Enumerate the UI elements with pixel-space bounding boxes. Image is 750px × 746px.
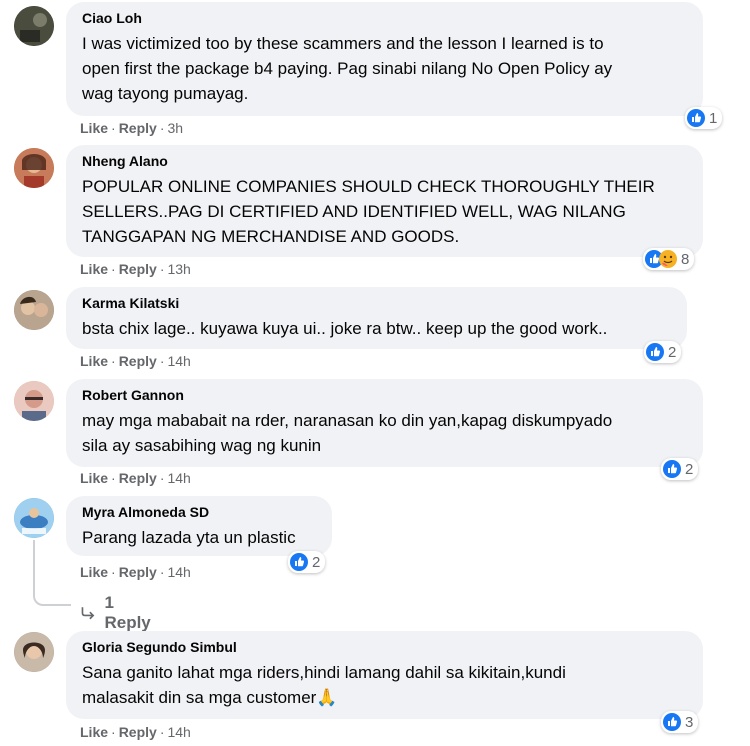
reaction-count[interactable]: 2: [661, 458, 699, 480]
timestamp[interactable]: 13h: [167, 261, 190, 277]
reaction-number: 1: [709, 109, 718, 127]
avatar[interactable]: [14, 498, 54, 538]
comment-author[interactable]: Myra Almoneda SD: [82, 504, 320, 521]
comment-bubble: Ciao Loh I was victimized too by these s…: [66, 2, 703, 116]
reaction-count[interactable]: 3: [661, 711, 699, 733]
reaction-count[interactable]: 2: [644, 341, 682, 363]
thread-connector: [33, 540, 71, 606]
care-icon: [659, 250, 677, 268]
reply-link[interactable]: Reply: [119, 120, 157, 136]
avatar[interactable]: [14, 6, 54, 46]
reaction-count[interactable]: 1: [685, 107, 723, 129]
reply-link[interactable]: Reply: [119, 724, 157, 740]
avatar[interactable]: [14, 290, 54, 330]
reply-arrow-icon: [81, 607, 95, 620]
timestamp[interactable]: 14h: [167, 564, 190, 580]
comment-text: Parang lazada yta un plastic: [82, 528, 296, 547]
comment-actions: Like · Reply · 13h: [80, 261, 191, 277]
like-icon: [646, 343, 664, 361]
comment-text: POPULAR ONLINE COMPANIES SHOULD CHECK TH…: [82, 177, 655, 246]
comment-author[interactable]: Nheng Alano: [82, 153, 691, 170]
reaction-number: 2: [668, 343, 677, 361]
reply-link[interactable]: Reply: [119, 261, 157, 277]
reaction-number: 8: [681, 250, 690, 268]
like-icon: [663, 460, 681, 478]
like-link[interactable]: Like: [80, 120, 108, 136]
like-link[interactable]: Like: [80, 470, 108, 486]
view-replies-link[interactable]: 1 Reply: [80, 593, 154, 633]
comment-text: bsta chix lage.. kuyawa kuya ui.. joke r…: [82, 319, 608, 338]
like-icon: [687, 109, 705, 127]
comment-actions: Like · Reply · 14h: [80, 470, 191, 486]
like-link[interactable]: Like: [80, 564, 108, 580]
like-icon: [290, 553, 308, 571]
avatar[interactable]: [14, 381, 54, 421]
comment-author[interactable]: Robert Gannon: [82, 387, 691, 404]
comment-actions: Like · Reply · 14h: [80, 724, 191, 740]
comment-author[interactable]: Karma Kilatski: [82, 295, 675, 312]
comment-text: may mga mababait na rder, naranasan ko d…: [82, 411, 613, 455]
timestamp[interactable]: 14h: [167, 724, 190, 740]
comment-author[interactable]: Gloria Segundo Simbul: [82, 639, 691, 656]
reply-link[interactable]: Reply: [119, 353, 157, 369]
comment-author[interactable]: Ciao Loh: [82, 10, 691, 27]
timestamp[interactable]: 14h: [167, 353, 190, 369]
reply-link[interactable]: Reply: [119, 564, 157, 580]
timestamp[interactable]: 3h: [167, 120, 183, 136]
comment-bubble: Myra Almoneda SD Parang lazada yta un pl…: [66, 496, 332, 556]
reaction-count[interactable]: 8: [643, 248, 695, 270]
reaction-number: 2: [312, 553, 321, 571]
like-icon: [663, 713, 681, 731]
comment-text: I was victimized too by these scammers a…: [82, 34, 613, 103]
replies-count: 1 Reply: [104, 593, 151, 632]
reaction-number: 2: [685, 460, 694, 478]
avatar[interactable]: [14, 148, 54, 188]
comment-bubble: Robert Gannon may mga mababait na rder, …: [66, 379, 703, 467]
reply-link[interactable]: Reply: [119, 470, 157, 486]
like-link[interactable]: Like: [80, 261, 108, 277]
comment-bubble: Nheng Alano POPULAR ONLINE COMPANIES SHO…: [66, 145, 703, 257]
reaction-number: 3: [685, 713, 694, 731]
reaction-count[interactable]: 2: [288, 551, 326, 573]
timestamp[interactable]: 14h: [167, 470, 190, 486]
comment-actions: Like · Reply · 14h: [80, 353, 191, 369]
comment-actions: Like · Reply · 14h: [80, 564, 191, 580]
comment-bubble: Gloria Segundo Simbul Sana ganito lahat …: [66, 631, 703, 719]
like-link[interactable]: Like: [80, 724, 108, 740]
comment-bubble: Karma Kilatski bsta chix lage.. kuyawa k…: [66, 287, 687, 349]
comment-actions: Like · Reply · 3h: [80, 120, 184, 136]
avatar[interactable]: [14, 632, 54, 672]
like-link[interactable]: Like: [80, 353, 108, 369]
comment-text: Sana ganito lahat mga riders,hindi laman…: [82, 663, 566, 707]
